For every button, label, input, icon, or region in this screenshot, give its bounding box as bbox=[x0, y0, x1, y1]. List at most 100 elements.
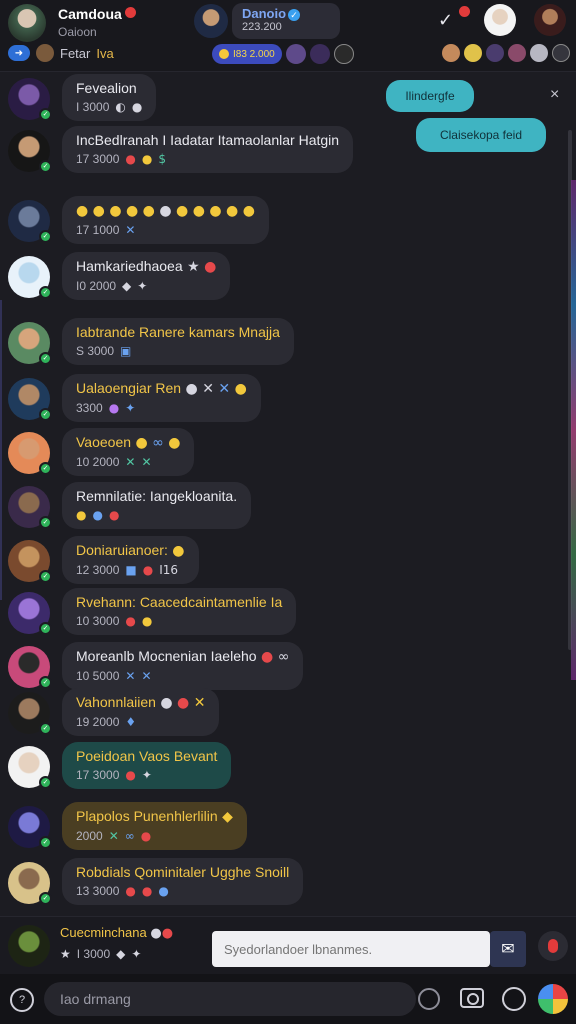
message-bubble[interactable]: Iabtrande Ranere kamars Mnajja S 3000 ▣ bbox=[62, 318, 294, 365]
chat-feed[interactable]: ✓ Fevealion I 3000 ◐ ● ✓ IncBedlranah I Iadata… bbox=[0, 72, 576, 912]
user-avatar[interactable]: ✓ bbox=[8, 806, 52, 849]
hint-bubble[interactable]: Ilindergfe bbox=[386, 80, 474, 112]
reaction-icon[interactable]: ✕ bbox=[125, 669, 135, 683]
chat-message[interactable]: ✓ Poeidoan Vaos Bevant 17 3000 ● ✦ bbox=[8, 742, 232, 789]
reaction-icon[interactable]: ● bbox=[142, 614, 152, 628]
composer-avatar[interactable] bbox=[8, 925, 50, 967]
reaction-icon[interactable]: ✦ bbox=[137, 279, 147, 293]
message-bubble[interactable]: Robdials Qominitaler Ugghe Snoill 13 3000… bbox=[62, 858, 304, 905]
chat-message[interactable]: ✓ Hamkariedhaoea ★ ● I0 2000 ◆ ✦ bbox=[8, 252, 231, 300]
reaction-icon[interactable]: ♦ bbox=[125, 715, 136, 729]
message-bubble[interactable]: Rvehann: Caacedcaintamenlie Ia 10 3000 ● ● bbox=[62, 588, 297, 635]
my-avatar[interactable] bbox=[8, 4, 46, 42]
toggle-icon[interactable]: ➜ bbox=[8, 45, 30, 61]
color-wheel-icon[interactable] bbox=[538, 984, 568, 1014]
chat-message[interactable]: ✓ Remnilatie: Iangekloanita. ● ● ● bbox=[8, 482, 252, 529]
message-bubble[interactable]: Hamkariedhaoea ★ ● I0 2000 ◆ ✦ bbox=[62, 252, 231, 300]
coin-pill[interactable]: I83 2.000 bbox=[212, 44, 282, 64]
reaction-icon[interactable]: ■ bbox=[125, 563, 136, 577]
record-button[interactable] bbox=[538, 931, 568, 961]
reaction-icon[interactable]: ● bbox=[92, 508, 102, 522]
guest-mini-avatar[interactable] bbox=[530, 44, 548, 62]
viewer-avatar[interactable] bbox=[309, 44, 330, 64]
reaction-icon[interactable]: ● bbox=[125, 152, 135, 166]
streamer-card[interactable]: Danoio ✓ 223.200 bbox=[232, 3, 340, 39]
message-bubble[interactable]: IncBedlranah I Iadatar Itamaolanlar Hatg… bbox=[62, 126, 354, 173]
user-avatar[interactable]: ✓ bbox=[8, 200, 52, 243]
assistant-icon[interactable]: ? bbox=[10, 988, 34, 1012]
reaction-icon[interactable]: ● bbox=[158, 884, 168, 898]
reaction-icon[interactable]: ● bbox=[142, 152, 152, 166]
chat-message[interactable]: ✓ IncBedlranah I Iadatar Itamaolanlar Hat… bbox=[8, 126, 354, 173]
reaction-icon[interactable]: ✕ bbox=[125, 223, 135, 237]
chat-message[interactable]: ✓ Fevealion I 3000 ◐ ● bbox=[8, 74, 157, 121]
chat-message[interactable]: ✓ Vaoeoen ● ∞ ● 10 2000 ✕ ✕ bbox=[8, 428, 195, 476]
reaction-icon[interactable]: ✕ bbox=[141, 669, 151, 683]
reaction-icon[interactable]: ✕ bbox=[109, 829, 119, 843]
guest-mini-avatar[interactable] bbox=[552, 44, 570, 62]
camera-icon[interactable] bbox=[460, 988, 484, 1008]
reaction-icon[interactable]: ✕ bbox=[125, 455, 135, 469]
user-avatar[interactable]: ✓ bbox=[8, 646, 52, 689]
reaction-icon[interactable]: ● bbox=[143, 563, 153, 577]
reaction-icon[interactable]: $ bbox=[158, 152, 166, 166]
user-avatar[interactable]: ✓ bbox=[8, 540, 52, 583]
user-avatar[interactable]: ✓ bbox=[8, 78, 52, 121]
user-avatar[interactable]: ✓ bbox=[8, 746, 52, 789]
message-bubble[interactable]: Vahonnlaiien ● ● ✕ 19 2000 ♦ bbox=[62, 688, 220, 736]
message-bubble[interactable]: Vaoeoen ● ∞ ● 10 2000 ✕ ✕ bbox=[62, 428, 195, 476]
reaction-icon[interactable]: ● bbox=[125, 768, 135, 782]
guest-mini-avatar[interactable] bbox=[442, 44, 460, 62]
gift-icon[interactable] bbox=[502, 987, 526, 1011]
message-bubble[interactable]: Remnilatie: Iangekloanita. ● ● ● bbox=[62, 482, 252, 529]
chat-message[interactable]: ✓ ● ● ● ● ● ● ● ● ● ● ● 17 1000 ✕ bbox=[8, 196, 269, 244]
mic-icon[interactable] bbox=[418, 988, 440, 1010]
message-input[interactable] bbox=[212, 931, 490, 967]
close-icon[interactable]: × bbox=[550, 86, 559, 104]
reaction-icon[interactable]: ∞ bbox=[125, 829, 135, 843]
reaction-icon[interactable]: ✦ bbox=[142, 768, 152, 782]
user-avatar[interactable]: ✓ bbox=[8, 130, 52, 173]
streamer-avatar[interactable] bbox=[194, 4, 228, 38]
user-avatar[interactable]: ✓ bbox=[8, 862, 52, 905]
chat-message[interactable]: ✓ Ualaoengiar Ren ● ✕ ✕ ● 3300 ● ✦ bbox=[8, 374, 261, 422]
message-bubble[interactable]: Moreanlb Mocnenian Iaeleho ● ∞ 10 5000 ✕ ✕ bbox=[62, 642, 304, 690]
message-bubble[interactable]: Doniaruianoer: ● 12 3000 ■ ● I16 bbox=[62, 536, 199, 584]
chat-message[interactable]: ✓ Plapolos Punenhlerlilin ◆ 2000 ✕ ∞ ● bbox=[8, 802, 247, 850]
mail-icon[interactable]: ✉ bbox=[490, 931, 526, 967]
viewer-avatar[interactable] bbox=[333, 44, 354, 64]
reaction-icon[interactable]: I16 bbox=[159, 563, 178, 577]
guest-mini-avatar[interactable] bbox=[486, 44, 504, 62]
message-bubble[interactable]: Plapolos Punenhlerlilin ◆ 2000 ✕ ∞ ● bbox=[62, 802, 247, 850]
user-avatar[interactable]: ✓ bbox=[8, 486, 52, 529]
reaction-icon[interactable]: ● bbox=[132, 100, 142, 114]
reaction-icon[interactable]: ▣ bbox=[120, 344, 131, 358]
reaction-icon[interactable]: ● bbox=[109, 401, 119, 415]
chat-message[interactable]: ✓ Moreanlb Mocnenian Iaeleho ● ∞ 10 5000 ✕ ✕ bbox=[8, 642, 304, 690]
message-bubble[interactable]: ● ● ● ● ● ● ● ● ● ● ● 17 1000 ✕ bbox=[62, 196, 269, 244]
reaction-icon[interactable]: ● bbox=[141, 829, 151, 843]
message-bubble[interactable]: Ualaoengiar Ren ● ✕ ✕ ● 3300 ● ✦ bbox=[62, 374, 261, 422]
guest-mini-avatar[interactable] bbox=[508, 44, 526, 62]
message-bubble[interactable]: Poeidoan Vaos Bevant 17 3000 ● ✦ bbox=[62, 742, 232, 789]
reaction-icon[interactable]: ✦ bbox=[125, 401, 135, 415]
chat-message[interactable]: ✓ Doniaruianoer: ● 12 3000 ■ ● I16 bbox=[8, 536, 199, 584]
guest-avatar[interactable] bbox=[484, 4, 516, 36]
user-avatar[interactable]: ✓ bbox=[8, 256, 52, 299]
chat-message[interactable]: ✓ Vahonnlaiien ● ● ✕ 19 2000 ♦ bbox=[8, 688, 220, 736]
reaction-icon[interactable]: ● bbox=[125, 884, 135, 898]
reaction-icon[interactable]: ● bbox=[125, 614, 135, 628]
user-avatar[interactable]: ✓ bbox=[8, 432, 52, 475]
reaction-icon[interactable]: ◆ bbox=[122, 279, 131, 293]
message-bubble[interactable]: Fevealion I 3000 ◐ ● bbox=[62, 74, 157, 121]
guest-mini-avatar[interactable] bbox=[464, 44, 482, 62]
user-avatar[interactable]: ✓ bbox=[8, 692, 52, 735]
viewer-avatar[interactable] bbox=[285, 44, 306, 64]
hint-bubble[interactable]: Claisekopa feid bbox=[416, 118, 546, 152]
reaction-icon[interactable]: ◐ bbox=[115, 100, 125, 114]
chat-message[interactable]: ✓ Robdials Qominitaler Ugghe Snoill 13 300… bbox=[8, 858, 304, 905]
chat-message[interactable]: ✓ Iabtrande Ranere kamars Mnajja S 3000 ▣ bbox=[8, 318, 294, 365]
guest-avatar[interactable] bbox=[534, 4, 566, 36]
chat-message[interactable]: ✓ Rvehann: Caacedcaintamenlie Ia 10 3000 ● ● bbox=[8, 588, 297, 635]
reaction-icon[interactable]: ● bbox=[109, 508, 119, 522]
